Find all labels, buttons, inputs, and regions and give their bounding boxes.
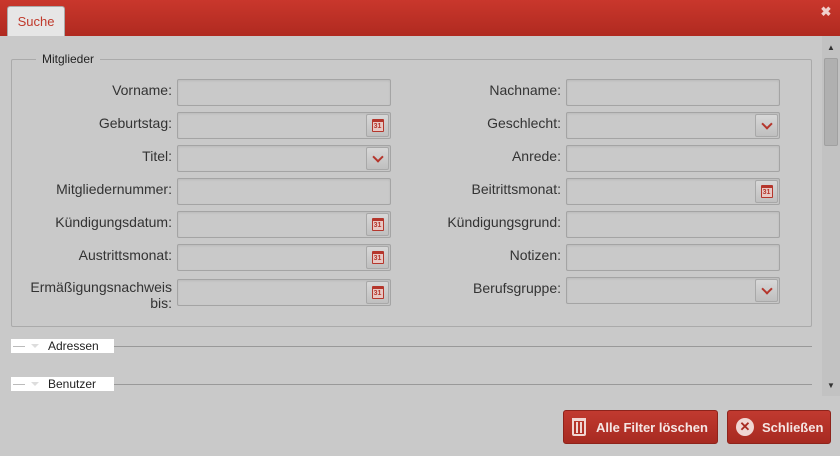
label-kuendigungsgrund: Kündigungsgrund:	[447, 214, 561, 230]
label-austrittsmonat: Austrittsmonat:	[78, 247, 172, 263]
beitrittsmonat-input[interactable]	[566, 178, 780, 205]
dash-decoration	[13, 345, 25, 347]
scroll-up-arrow-icon[interactable]: ▲	[826, 43, 836, 53]
label-kuendigungsdatum: Kündigungsdatum:	[55, 214, 172, 230]
label-berufsgruppe: Berufsgruppe:	[473, 280, 561, 296]
berufsgruppe-select[interactable]	[566, 277, 780, 304]
austrittsmonat-calendar-button[interactable]	[366, 246, 389, 269]
calendar-icon	[371, 286, 384, 299]
ermaessigungsnachweis-calendar-button[interactable]	[366, 281, 389, 304]
trash-icon	[572, 418, 586, 436]
label-titel: Titel:	[142, 148, 172, 164]
label-ermaessigungsnachweis: Ermäßigungsnachweis bis:	[30, 279, 172, 311]
addresses-section: Adressen	[11, 339, 812, 353]
label-vorname: Vorname:	[112, 82, 172, 98]
tab-suche[interactable]: Suche	[7, 6, 65, 36]
label-geburtstag: Geburtstag:	[98, 115, 172, 131]
members-fieldset: Mitglieder Vorname: Geburtstag: Titel: M…	[11, 52, 812, 327]
vorname-input[interactable]	[177, 79, 391, 106]
geburtstag-input[interactable]	[177, 112, 391, 139]
dash-decoration	[13, 383, 25, 385]
close-icon[interactable]: ✖	[820, 5, 832, 18]
chevron-down-icon	[760, 282, 773, 295]
dialog-titlebar: Suche ✖	[0, 0, 840, 36]
berufsgruppe-dropdown-button[interactable]	[755, 279, 778, 302]
close-circle-icon: ✕	[736, 418, 754, 436]
titel-dropdown-button[interactable]	[366, 147, 389, 170]
scrollbar-thumb[interactable]	[824, 58, 838, 146]
users-section: Benutzer	[11, 377, 812, 391]
triangle-down-icon	[31, 382, 39, 386]
nachname-input[interactable]	[566, 79, 780, 106]
calendar-icon	[371, 251, 384, 264]
close-button[interactable]: ✕ Schließen	[727, 410, 831, 444]
clear-filters-label: Alle Filter löschen	[596, 419, 708, 435]
geschlecht-select[interactable]	[566, 112, 780, 139]
tab-suche-label: Suche	[17, 14, 55, 29]
kuendigungsdatum-calendar-button[interactable]	[366, 213, 389, 236]
search-dialog: Suche ✖ Mitglieder Vorname: Geburtstag: …	[0, 0, 840, 456]
members-legend: Mitglieder	[36, 52, 101, 66]
notizen-input[interactable]	[566, 244, 780, 271]
users-label: Benutzer	[48, 377, 97, 391]
vertical-scrollbar[interactable]: ▲ ▼	[822, 36, 840, 396]
addresses-toggle[interactable]: Adressen	[11, 339, 114, 353]
dialog-footer: Alle Filter löschen ✕ Schließen	[0, 396, 840, 456]
mitgliedernummer-input[interactable]	[177, 178, 391, 205]
label-anrede: Anrede:	[511, 148, 561, 164]
users-toggle[interactable]: Benutzer	[11, 377, 114, 391]
dialog-content: Mitglieder Vorname: Geburtstag: Titel: M…	[0, 36, 822, 396]
label-geschlecht: Geschlecht:	[487, 115, 561, 131]
section-divider	[11, 384, 812, 385]
label-beitrittsmonat: Beitrittsmonat:	[471, 181, 561, 197]
geschlecht-dropdown-button[interactable]	[755, 114, 778, 137]
label-nachname: Nachname:	[489, 82, 561, 98]
chevron-down-icon	[371, 150, 384, 163]
austrittsmonat-input[interactable]	[177, 244, 391, 271]
calendar-icon	[371, 119, 384, 132]
anrede-input[interactable]	[566, 145, 780, 172]
label-notizen: Notizen:	[509, 247, 561, 263]
ermaessigungsnachweis-input[interactable]	[177, 279, 391, 306]
titel-select[interactable]	[177, 145, 391, 172]
section-divider	[11, 346, 812, 347]
calendar-icon	[371, 218, 384, 231]
triangle-down-icon	[31, 344, 39, 348]
kuendigungsgrund-input[interactable]	[566, 211, 780, 238]
chevron-down-icon	[760, 117, 773, 130]
addresses-label: Adressen	[48, 339, 99, 353]
kuendigungsdatum-input[interactable]	[177, 211, 391, 238]
clear-filters-button[interactable]: Alle Filter löschen	[563, 410, 718, 444]
close-button-label: Schließen	[762, 419, 824, 435]
label-mitgliedernummer: Mitgliedernummer:	[56, 181, 172, 197]
geburtstag-calendar-button[interactable]	[366, 114, 389, 137]
calendar-icon	[760, 185, 773, 198]
beitrittsmonat-calendar-button[interactable]	[755, 180, 778, 203]
scroll-down-arrow-icon[interactable]: ▼	[826, 381, 836, 391]
